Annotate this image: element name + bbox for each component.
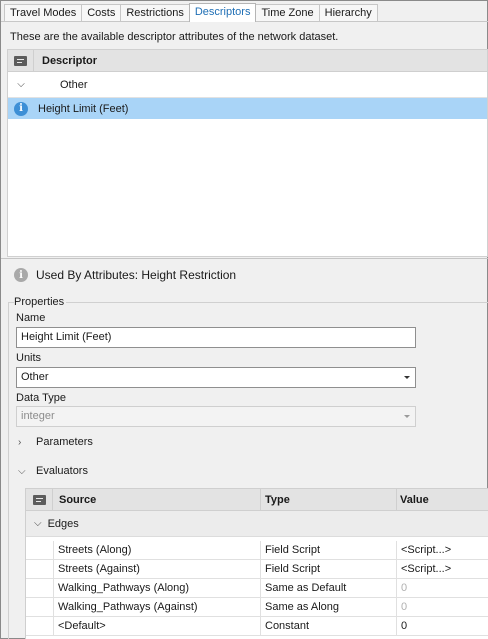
parameters-section[interactable]: › Parameters xyxy=(18,436,93,448)
row-gutter[interactable] xyxy=(26,579,54,598)
chevron-down-icon[interactable] xyxy=(404,376,410,379)
row-gutter[interactable] xyxy=(26,598,54,617)
network-properties-panel: Travel Modes Costs Restrictions Descript… xyxy=(0,0,488,639)
source-cell: Walking_Pathways (Along) xyxy=(58,582,190,594)
table-row[interactable]: Walking_Pathways (Along) Same as Default… xyxy=(26,579,488,598)
type-column-header[interactable]: Type xyxy=(265,489,290,511)
descriptor-row-height-limit[interactable]: i Height Limit (Feet) xyxy=(8,98,487,119)
value-cell[interactable]: 0 xyxy=(396,579,488,598)
chevron-down-icon[interactable]: ⌵ xyxy=(8,79,34,90)
evaluators-section[interactable]: ⌵ Evaluators xyxy=(18,465,88,477)
units-dropdown-value: Other xyxy=(21,371,49,383)
type-cell[interactable]: Field Script xyxy=(260,560,396,579)
units-dropdown[interactable]: Other xyxy=(16,367,416,388)
value-cell[interactable]: <Script...> xyxy=(396,560,488,579)
tab-travel-modes[interactable]: Travel Modes xyxy=(4,4,83,22)
source-cell: Streets (Along) xyxy=(58,544,132,556)
value-cell[interactable]: 0 xyxy=(396,617,488,636)
evaluators-grid: Source Type Value ⌵ Edges Streets (Along… xyxy=(25,488,488,639)
type-cell[interactable]: Field Script xyxy=(260,541,396,560)
evaluators-grid-header: Source Type Value xyxy=(26,489,488,511)
value-cell[interactable]: 0 xyxy=(396,598,488,617)
chevron-right-icon[interactable]: › xyxy=(18,437,28,448)
table-row[interactable]: Walking_Pathways (Against) Same as Along… xyxy=(26,598,488,617)
name-label: Name xyxy=(16,312,46,324)
evaluators-label: Evaluators xyxy=(36,465,88,477)
descriptor-grid-header: Descriptor xyxy=(8,49,487,72)
table-row[interactable]: Streets (Along) Field Script <Script...> xyxy=(26,541,488,560)
group-label: Edges xyxy=(47,517,79,530)
descriptor-grid: Descriptor ⌵ Other i Height Limit (Feet) xyxy=(7,49,488,257)
type-cell[interactable]: Same as Default xyxy=(260,579,396,598)
row-gutter[interactable] xyxy=(26,617,54,636)
info-icon: i xyxy=(14,101,28,116)
descriptor-column-header[interactable]: Descriptor xyxy=(34,55,97,67)
row-gutter[interactable] xyxy=(26,560,54,579)
chevron-down-icon[interactable]: ⌵ xyxy=(34,518,42,529)
comment-header-cell xyxy=(26,489,53,511)
tab-restrictions[interactable]: Restrictions xyxy=(120,4,190,22)
used-by-message: i Used By Attributes: Height Restriction xyxy=(14,268,236,282)
parameters-label: Parameters xyxy=(36,436,93,448)
datatype-dropdown-value: integer xyxy=(21,410,55,422)
source-cell: Streets (Against) xyxy=(58,563,140,575)
comment-icon xyxy=(14,55,27,66)
column-divider[interactable] xyxy=(260,489,261,511)
units-label: Units xyxy=(16,352,42,364)
tab-descriptors[interactable]: Descriptors xyxy=(188,3,257,22)
table-row[interactable]: <Default> Constant 0 xyxy=(26,617,488,636)
comment-icon xyxy=(32,495,46,505)
tab-bar: Travel Modes Costs Restrictions Descript… xyxy=(4,3,378,22)
value-cell[interactable]: <Script...> xyxy=(396,541,488,560)
source-cell: Walking_Pathways (Against) xyxy=(58,601,198,613)
descriptor-row-label: Height Limit (Feet) xyxy=(38,102,129,115)
group-row-other[interactable]: ⌵ Other xyxy=(8,72,487,98)
comment-header-cell xyxy=(8,49,34,72)
used-by-text: Used By Attributes: Height Restriction xyxy=(36,268,237,282)
tab-hierarchy[interactable]: Hierarchy xyxy=(318,4,378,22)
group-row-edges[interactable]: ⌵ Edges xyxy=(26,511,488,537)
source-column-header[interactable]: Source xyxy=(59,489,96,511)
datatype-dropdown: integer xyxy=(16,406,416,427)
chevron-down-icon xyxy=(404,415,410,418)
descriptors-description: These are the available descriptor attri… xyxy=(10,31,339,43)
column-divider[interactable] xyxy=(396,489,397,511)
row-gutter[interactable] xyxy=(26,541,54,560)
tab-costs[interactable]: Costs xyxy=(81,4,122,22)
type-cell[interactable]: Same as Along xyxy=(260,598,396,617)
value-column-header[interactable]: Value xyxy=(400,489,429,511)
group-label: Other xyxy=(60,78,88,91)
info-icon: i xyxy=(14,268,28,282)
source-cell: <Default> xyxy=(58,620,106,632)
panel-splitter[interactable] xyxy=(1,258,488,259)
table-row[interactable]: Streets (Against) Field Script <Script..… xyxy=(26,560,488,579)
name-field[interactable]: Height Limit (Feet) xyxy=(16,327,416,348)
type-cell[interactable]: Constant xyxy=(260,617,396,636)
tab-time-zone[interactable]: Time Zone xyxy=(255,4,320,22)
properties-legend: Properties xyxy=(14,296,67,308)
datatype-label: Data Type xyxy=(16,392,66,404)
chevron-down-icon[interactable]: ⌵ xyxy=(18,466,28,477)
